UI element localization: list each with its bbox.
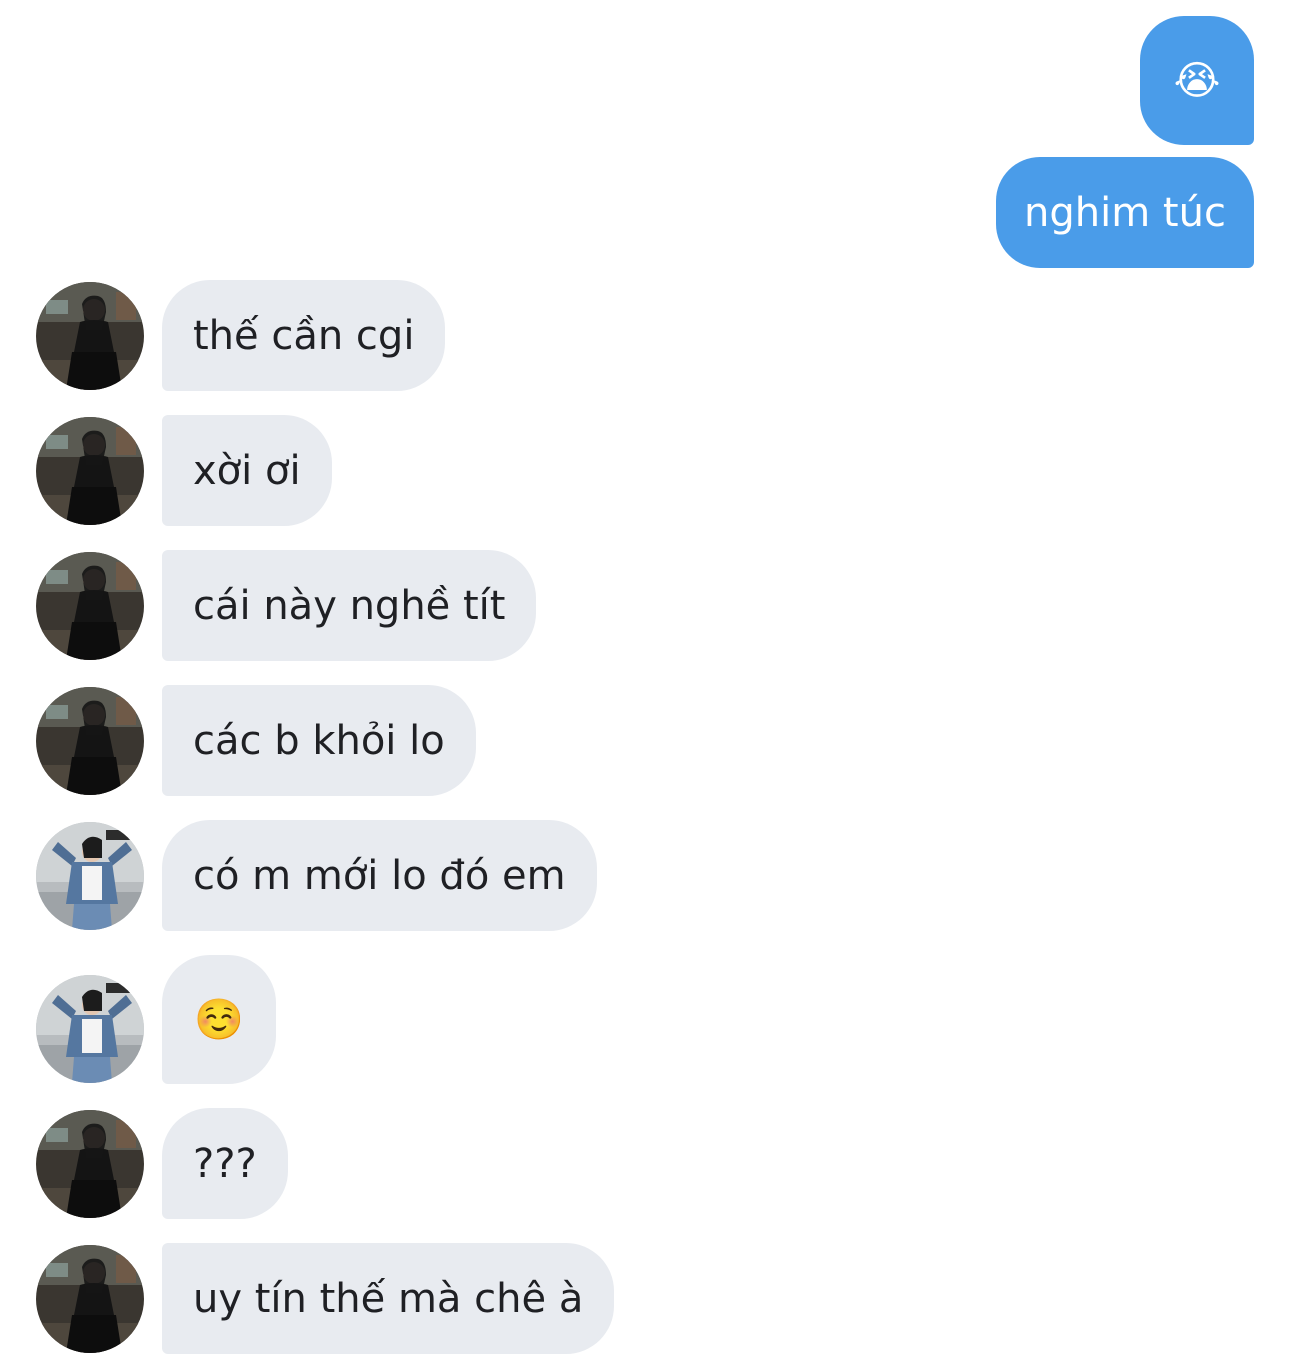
message-text: có m mới lo đó em [193, 852, 566, 899]
avatar-photo-icon [36, 1245, 144, 1353]
message-text: xời ơi [193, 447, 301, 494]
message-text: nghim túc [1024, 189, 1226, 236]
avatar-photo-icon [36, 552, 144, 660]
sent-message-bubble[interactable]: nghim túc [996, 157, 1254, 268]
avatar[interactable] [36, 1110, 144, 1218]
received-message-bubble[interactable]: các b khỏi lo [162, 685, 476, 796]
received-message-bubble[interactable]: ☺️ [162, 955, 276, 1084]
avatar[interactable] [36, 552, 144, 660]
received-message-bubble[interactable]: uy tín thế mà chê à [162, 1243, 615, 1354]
avatar[interactable] [36, 822, 144, 930]
received-message-bubble[interactable]: ??? [162, 1108, 288, 1219]
avatar-photo-icon [36, 975, 144, 1083]
avatar[interactable] [36, 282, 144, 390]
avatar[interactable] [36, 417, 144, 525]
message-text: cái này nghề tít [193, 582, 506, 629]
avatar-photo-icon [36, 1110, 144, 1218]
sent-message-bubble[interactable]: 😭 [1140, 16, 1254, 145]
avatar[interactable] [36, 1245, 144, 1353]
smiling-face-emoji: ☺️ [194, 996, 244, 1043]
avatar-photo-icon [36, 417, 144, 525]
received-message-bubble[interactable]: xời ơi [162, 415, 332, 526]
avatar[interactable] [36, 975, 144, 1083]
received-message-bubble[interactable]: cái này nghề tít [162, 550, 537, 661]
message-text: uy tín thế mà chê à [193, 1275, 584, 1322]
received-message-bubble[interactable]: thế cần cgi [162, 280, 446, 391]
avatar[interactable] [36, 687, 144, 795]
message-text: thế cần cgi [193, 312, 415, 359]
crying-face-emoji: 😭 [1173, 57, 1221, 104]
message-text: các b khỏi lo [193, 717, 445, 764]
message-text: ??? [193, 1140, 257, 1187]
received-message-bubble[interactable]: có m mới lo đó em [162, 820, 597, 931]
avatar-photo-icon [36, 822, 144, 930]
avatar-photo-icon [36, 282, 144, 390]
avatar-photo-icon [36, 687, 144, 795]
